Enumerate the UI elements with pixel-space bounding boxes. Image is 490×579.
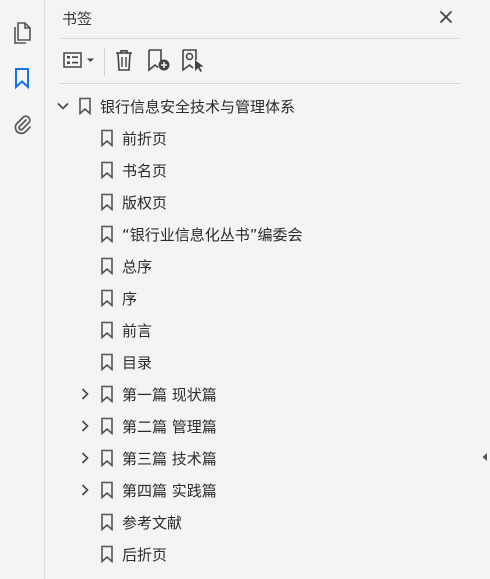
bookmark-icon — [100, 545, 114, 563]
find-bookmark-button[interactable] — [180, 48, 206, 76]
bookmark-label: “银行业信息化丛书”编委会 — [122, 226, 303, 244]
bookmark-row[interactable]: 总序 — [46, 250, 478, 282]
bookmark-icon — [100, 385, 114, 403]
bookmark-row[interactable]: 第三篇 技术篇 — [46, 442, 478, 474]
bookmark-row[interactable]: 后折页 — [46, 538, 478, 570]
bookmark-icon — [100, 321, 114, 339]
bookmark-row[interactable]: 参考文献 — [46, 506, 478, 538]
bookmarks-button[interactable] — [8, 64, 36, 92]
bookmark-label: 序 — [122, 290, 138, 308]
add-bookmark-icon — [146, 48, 172, 76]
bookmark-label: 目录 — [122, 354, 153, 372]
chevron-right-icon[interactable] — [78, 451, 92, 465]
list-options-icon — [62, 50, 98, 74]
bookmark-row[interactable]: 前言 — [46, 314, 478, 346]
bookmark-label: 前言 — [122, 322, 153, 340]
bookmark-label: 版权页 — [122, 194, 168, 212]
find-bookmark-icon — [180, 48, 206, 76]
bookmark-label: 第一篇 现状篇 — [122, 386, 217, 404]
bookmarks-panel: 书签 银行信息安全技术与管理体系 前折页 书名页 版权页 “银行业信息化丛书”编… — [46, 0, 478, 579]
bookmark-label: 第三篇 技术篇 — [122, 450, 217, 468]
bookmarks-toolbar — [60, 40, 460, 84]
new-bookmark-button[interactable] — [146, 48, 172, 76]
chevron-right-icon[interactable] — [78, 483, 92, 497]
bookmark-label: 后折页 — [122, 546, 168, 564]
bookmark-row[interactable]: 序 — [46, 282, 478, 314]
navigation-rail — [0, 0, 45, 579]
bookmark-row[interactable]: 前折页 — [46, 122, 478, 154]
bookmark-icon — [100, 257, 114, 275]
bookmark-row[interactable]: 书名页 — [46, 154, 478, 186]
bookmark-row[interactable]: 目录 — [46, 346, 478, 378]
bookmark-label: 前折页 — [122, 130, 168, 148]
bookmark-label: 银行信息安全技术与管理体系 — [100, 98, 296, 116]
close-panel-button[interactable] — [436, 8, 456, 28]
chevron-right-icon[interactable] — [78, 387, 92, 401]
close-icon — [439, 9, 453, 28]
trash-icon — [113, 48, 135, 76]
bookmark-icon — [100, 513, 114, 531]
bookmark-icon — [78, 97, 92, 115]
caret-left-icon — [481, 447, 489, 466]
panel-title: 书签 — [62, 10, 93, 28]
bookmark-icon — [100, 353, 114, 371]
bookmark-row[interactable]: 版权页 — [46, 186, 478, 218]
bookmark-icon — [100, 481, 114, 499]
bookmark-label: 第四篇 实践篇 — [122, 482, 217, 500]
bookmark-row[interactable]: 第四篇 实践篇 — [46, 474, 478, 506]
bookmark-row[interactable]: 第一篇 现状篇 — [46, 378, 478, 410]
bookmark-icon — [100, 225, 114, 243]
bookmark-row[interactable]: “银行业信息化丛书”编委会 — [46, 218, 478, 250]
delete-bookmark-button[interactable] — [112, 48, 136, 76]
chevron-down-icon[interactable] — [56, 99, 70, 113]
pages-button[interactable] — [8, 18, 36, 46]
bookmark-label: 书名页 — [122, 162, 168, 180]
bookmark-icon — [100, 449, 114, 467]
pages-icon — [11, 20, 33, 44]
bookmark-icon — [13, 66, 31, 90]
chevron-right-icon[interactable] — [78, 419, 92, 433]
bookmark-row[interactable]: 第二篇 管理篇 — [46, 410, 478, 442]
attachment-icon — [11, 112, 33, 136]
bookmark-label: 第二篇 管理篇 — [122, 418, 217, 436]
collapse-panel-button[interactable] — [480, 450, 490, 462]
bookmark-icon — [100, 193, 114, 211]
bookmark-label: 总序 — [122, 258, 153, 276]
attachments-button[interactable] — [8, 110, 36, 138]
bookmark-icon — [100, 129, 114, 147]
bookmark-icon — [100, 417, 114, 435]
toolbar-separator — [104, 48, 105, 76]
panel-header: 书签 — [60, 0, 460, 39]
bookmark-icon — [100, 289, 114, 307]
options-menu-button[interactable] — [62, 48, 98, 76]
bookmark-row[interactable]: 银行信息安全技术与管理体系 — [46, 90, 478, 122]
bookmark-icon — [100, 161, 114, 179]
bookmark-label: 参考文献 — [122, 514, 183, 532]
